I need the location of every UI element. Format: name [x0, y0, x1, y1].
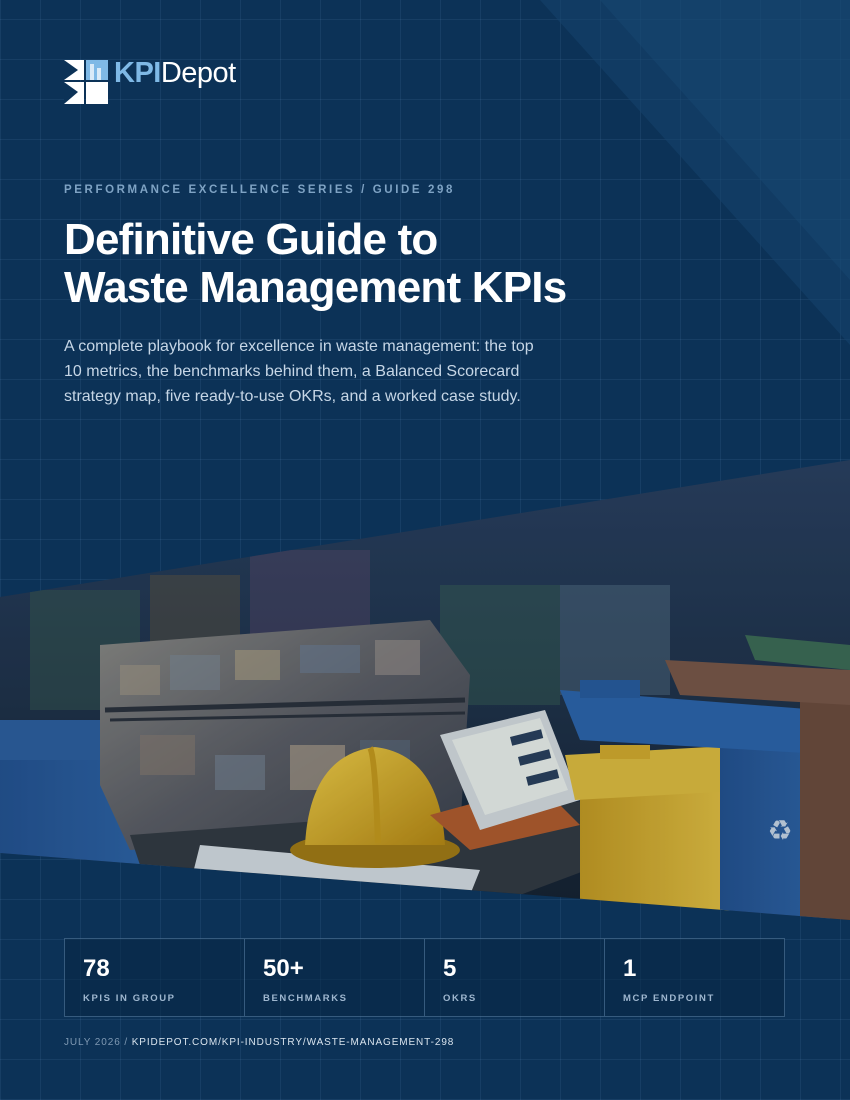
stat-value: 5 [443, 955, 457, 982]
stats-panel: 78 KPIS IN GROUP 50+ BENCHMARKS 5 OKRS 1… [64, 938, 785, 1017]
intro-paragraph: A complete playbook for excellence in wa… [64, 338, 534, 405]
stat-label: MCP ENDPOINT [623, 993, 715, 1004]
footer-url-link[interactable]: KPIDEPOT.COM/KPI-INDUSTRY/WASTE-MANAGEME… [132, 1037, 455, 1048]
stat-label: KPIS IN GROUP [83, 993, 176, 1004]
kpidepot-logo-icon [64, 58, 108, 104]
stat-value: 50+ [263, 955, 304, 982]
brand-name-kpi: KPI [114, 56, 161, 89]
stat-value: 78 [83, 955, 110, 982]
footer-separator: / [120, 1037, 132, 1048]
stat-okrs: 5 OKRS [425, 939, 605, 1016]
stat-mcp-endpoint: 1 MCP ENDPOINT [605, 939, 784, 1016]
brand-logo[interactable]: KPIDepot [64, 58, 236, 104]
stat-kpis: 78 KPIS IN GROUP [65, 939, 245, 1016]
title-line-1: Definitive Guide to [64, 215, 438, 264]
stat-value: 1 [623, 955, 637, 982]
page-title: Definitive Guide to Waste Management KPI… [64, 216, 704, 312]
stat-label: OKRS [443, 993, 477, 1004]
footer: JULY 2026 / KPIDEPOT.COM/KPI-INDUSTRY/WA… [64, 1037, 454, 1048]
brand-wordmark: KPIDepot [114, 56, 236, 89]
stat-benchmarks: 50+ BENCHMARKS [245, 939, 425, 1016]
waste-management-photo: ♻ [0, 460, 850, 920]
title-line-2: Waste Management KPIs [64, 263, 567, 312]
series-label: PERFORMANCE EXCELLENCE SERIES / GUIDE 29… [64, 184, 455, 196]
stat-label: BENCHMARKS [263, 993, 348, 1004]
publish-date: JULY 2026 [64, 1037, 121, 1048]
brand-name-depot: Depot [160, 56, 236, 89]
cover-page: KPIDepot PERFORMANCE EXCELLENCE SERIES /… [0, 0, 850, 1100]
